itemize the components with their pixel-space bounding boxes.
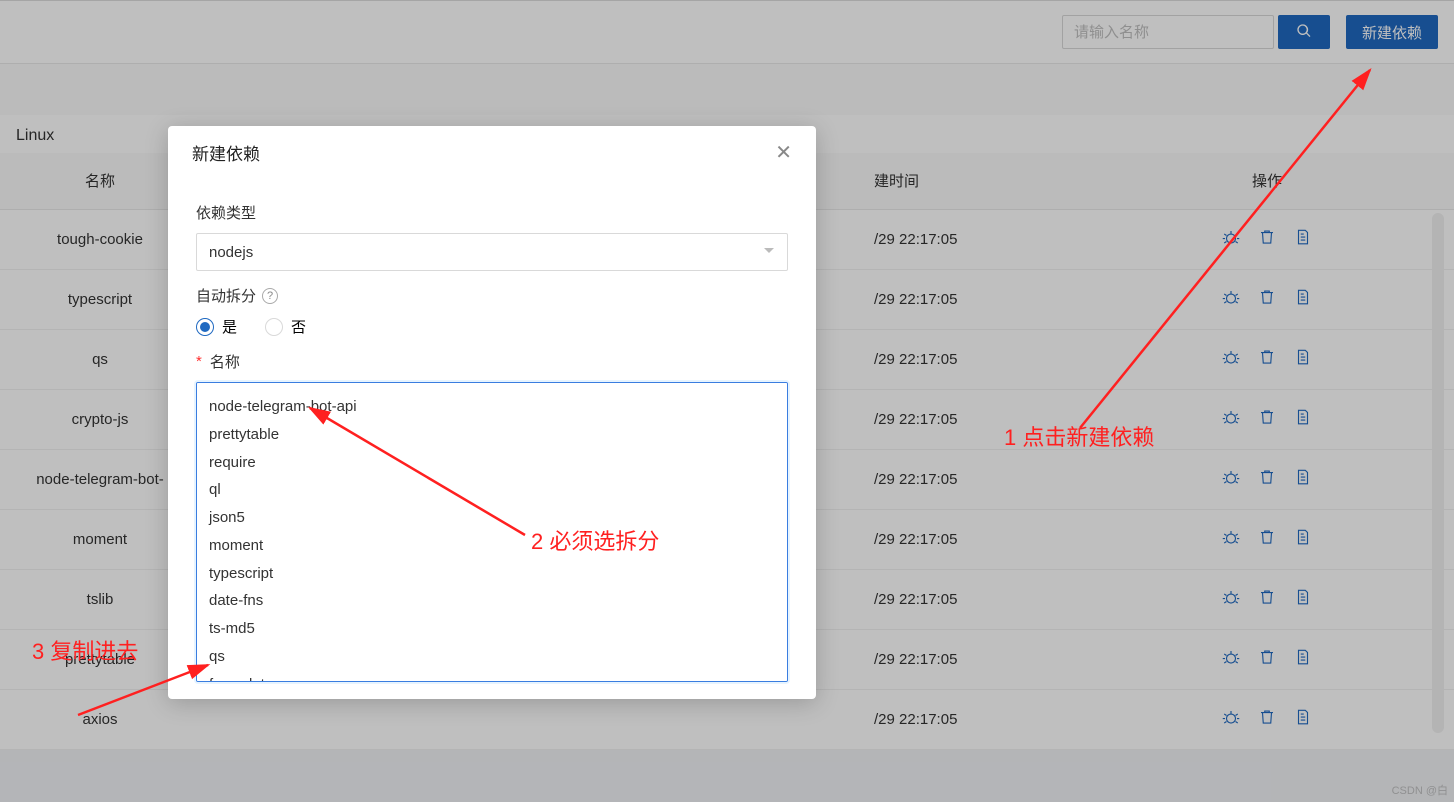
chevron-down-icon	[763, 244, 775, 261]
name-textarea[interactable]	[196, 382, 788, 682]
name-label: *名称	[196, 351, 788, 372]
radio-no[interactable]: 否	[265, 316, 306, 337]
modal-title: 新建依赖	[192, 140, 260, 165]
watermark: CSDN @白	[1392, 782, 1448, 798]
type-value: nodejs	[209, 244, 253, 261]
radio-dot-checked	[196, 318, 214, 336]
type-select[interactable]: nodejs	[196, 233, 788, 271]
type-label: 依赖类型	[196, 202, 788, 223]
close-icon[interactable]: ✕	[775, 140, 792, 165]
create-dependency-modal: 新建依赖 ✕ 依赖类型 nodejs 自动拆分 ? 是 否 *名称	[168, 126, 816, 699]
radio-dot-unchecked	[265, 318, 283, 336]
help-icon[interactable]: ?	[262, 288, 278, 304]
split-label: 自动拆分 ?	[196, 285, 788, 306]
radio-yes[interactable]: 是	[196, 316, 237, 337]
